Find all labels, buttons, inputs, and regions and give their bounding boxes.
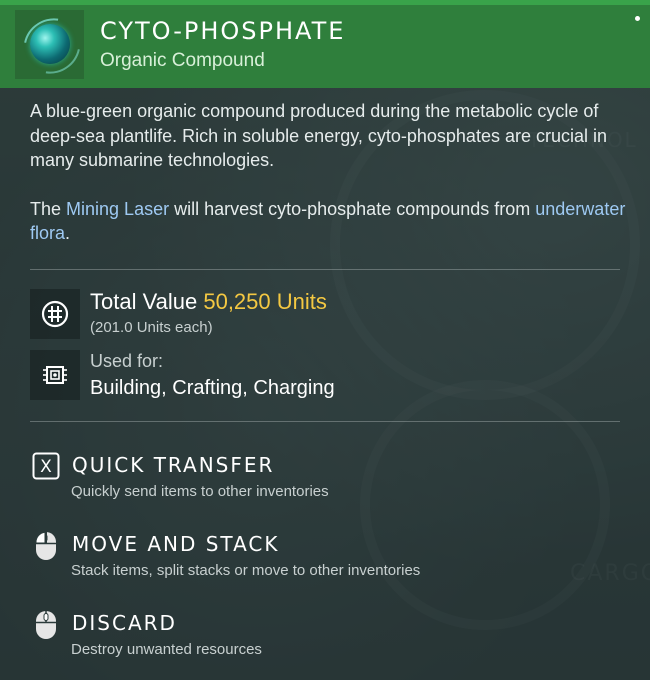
unit-value: (201.0 Units each) bbox=[90, 319, 213, 336]
item-name: CYTO-PHOSPHATE bbox=[100, 17, 346, 45]
description-paragraph: A blue-green organic compound produced d… bbox=[30, 101, 607, 170]
status-dot bbox=[635, 16, 640, 21]
move-and-stack-title[interactable]: MOVE AND STACK bbox=[72, 532, 280, 556]
item-description: A blue-green organic compound produced d… bbox=[30, 99, 630, 246]
svg-text:X: X bbox=[40, 457, 52, 477]
mining-laser-link[interactable]: Mining Laser bbox=[66, 199, 169, 219]
mouse-left-click-icon bbox=[32, 530, 60, 560]
cyto-phosphate-orb-icon bbox=[12, 7, 92, 85]
item-info-panel: CYTO-PHOSPHATE Organic Compound A blue-g… bbox=[0, 0, 650, 680]
description-text: will harvest cyto-phosphate compounds fr… bbox=[169, 198, 536, 219]
divider bbox=[30, 269, 620, 270]
item-header: CYTO-PHOSPHATE Organic Compound bbox=[0, 0, 650, 88]
used-for-label: Used for: bbox=[90, 351, 164, 371]
item-category: Organic Compound bbox=[100, 50, 265, 71]
x-key-icon: X bbox=[32, 452, 60, 480]
total-value-amount: 50,250 Units bbox=[203, 289, 327, 314]
total-value: Total Value 50,250 Units bbox=[90, 289, 327, 315]
description-text: . bbox=[65, 223, 71, 243]
quick-transfer-description: Quickly send items to other inventories bbox=[71, 483, 329, 500]
quick-transfer-title[interactable]: QUICK TRANSFER bbox=[72, 453, 274, 477]
mouse-middle-click-icon bbox=[32, 609, 60, 639]
units-icon bbox=[30, 289, 80, 339]
used-for-value: Building, Crafting, Charging bbox=[90, 377, 335, 399]
discard-title[interactable]: DISCARD bbox=[72, 611, 177, 635]
total-value-label: Total Value bbox=[90, 289, 198, 314]
description-paragraph: The Mining Laser will harvest cyto-phosp… bbox=[30, 197, 630, 246]
divider bbox=[30, 421, 620, 422]
chip-icon bbox=[30, 350, 80, 400]
description-text: The bbox=[30, 198, 67, 219]
move-and-stack-description: Stack items, split stacks or move to oth… bbox=[71, 562, 421, 579]
discard-description: Destroy unwanted resources bbox=[71, 641, 262, 658]
